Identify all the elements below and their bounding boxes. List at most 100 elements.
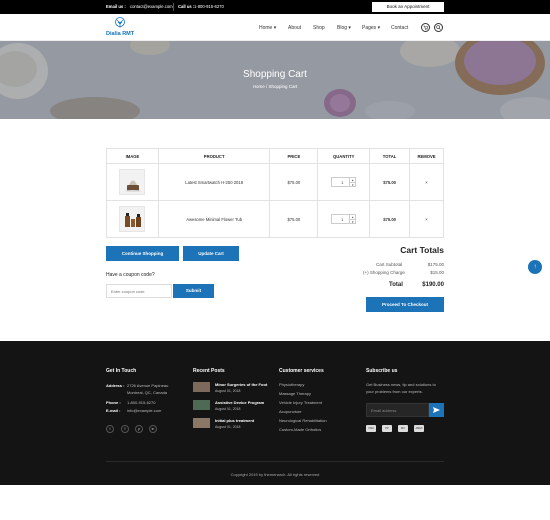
linkedin-icon[interactable]: in bbox=[149, 425, 157, 433]
breadcrumb-home[interactable]: Home bbox=[253, 84, 265, 89]
service-link[interactable]: Acupuncture bbox=[279, 409, 301, 414]
nav-home[interactable]: Home ▾ bbox=[259, 25, 276, 31]
address-label: Address : bbox=[106, 383, 125, 388]
service-link[interactable]: Massage Therapy bbox=[279, 391, 311, 396]
coupon-input[interactable] bbox=[106, 284, 172, 298]
nav-shop[interactable]: Shop bbox=[313, 25, 325, 31]
footer-posts-title: Recent Posts bbox=[193, 368, 225, 374]
service-link[interactable]: Physiotherapy bbox=[279, 382, 304, 387]
subscribe-email-input[interactable]: Email address bbox=[366, 403, 429, 417]
row-total: $75.00 bbox=[369, 200, 411, 238]
proceed-to-checkout-button[interactable]: Proceed To Checkout bbox=[366, 297, 444, 312]
facebook-icon[interactable]: f bbox=[121, 425, 129, 433]
diffuser-image bbox=[125, 180, 142, 192]
total-value: $190.00 bbox=[422, 282, 444, 288]
page-title: Shopping Cart bbox=[243, 69, 307, 80]
paypal-icon: PP bbox=[382, 425, 392, 432]
twitter-icon[interactable]: t bbox=[106, 425, 114, 433]
footer-divider bbox=[106, 461, 444, 462]
footer-services-title: Customer services bbox=[279, 368, 324, 374]
service-link[interactable]: Custom-Made Orthotics bbox=[279, 427, 321, 432]
book-appointment-button[interactable]: Book an Appointment bbox=[372, 2, 444, 12]
product-thumbnail[interactable] bbox=[119, 169, 146, 195]
total-label: Total bbox=[389, 282, 403, 288]
email-label: Email us : bbox=[106, 4, 126, 9]
post-date: August 01, 2018 bbox=[215, 407, 241, 411]
quantity-stepper[interactable]: 1 ▴ ▾ bbox=[331, 176, 357, 187]
cart-totals-title: Cart Totals bbox=[400, 245, 444, 255]
decrement-icon[interactable]: ▾ bbox=[349, 219, 356, 224]
submit-coupon-button[interactable]: Submit bbox=[173, 284, 214, 298]
post-title[interactable]: Minor Surgeries of the Foot bbox=[215, 382, 267, 387]
post-thumbnail[interactable] bbox=[193, 400, 210, 410]
product-thumbnail[interactable] bbox=[119, 206, 146, 232]
chevron-down-icon: ▾ bbox=[272, 25, 277, 31]
col-header-product: PRODUCT bbox=[157, 148, 271, 164]
subscribe-button[interactable] bbox=[429, 403, 444, 417]
quantity-cell: 1 ▴ ▾ bbox=[317, 200, 371, 238]
post-title[interactable]: Assistive Device Program bbox=[215, 400, 264, 405]
product-price: $75.00 bbox=[269, 200, 319, 238]
call-label: Call us : bbox=[178, 4, 195, 9]
nav-about[interactable]: About bbox=[288, 25, 301, 31]
product-name[interactable]: Awesome Minimal Flower Tub bbox=[157, 200, 271, 238]
remove-icon[interactable]: × bbox=[409, 200, 444, 238]
phone-label: Phone : bbox=[106, 400, 121, 405]
site-header: Dialia RMT Home ▾ About Shop Blog ▾ Page… bbox=[0, 14, 550, 41]
quantity-value[interactable]: 1 bbox=[341, 217, 343, 222]
col-header-quantity: QUANTITY bbox=[317, 148, 371, 164]
update-cart-button[interactable]: Update Cart bbox=[183, 246, 239, 261]
nav-home-label[interactable]: Home bbox=[259, 25, 272, 31]
post-title[interactable]: Initial plus treatment bbox=[215, 418, 254, 423]
footer-subscribe-title: Subscribe us bbox=[366, 368, 398, 374]
table-row: Latest Smartwatch H-250 2018 $75.00 1 ▴ … bbox=[106, 163, 444, 201]
product-name[interactable]: Latest Smartwatch H-250 2018 bbox=[157, 163, 271, 201]
subscribe-placeholder: Email address bbox=[371, 408, 397, 413]
breadcrumb-separator: / bbox=[265, 84, 268, 89]
cart-table: IMAGE PRODUCT PRICE QUANTITY TOTAL REMOV… bbox=[106, 148, 444, 238]
remove-icon[interactable]: × bbox=[409, 163, 444, 201]
nav-blog-label[interactable]: Blog bbox=[337, 25, 347, 31]
nav-contact[interactable]: Contact bbox=[391, 25, 408, 31]
service-link[interactable]: Neurological Rehabilitation bbox=[279, 418, 327, 423]
oil-bottle-image bbox=[125, 213, 142, 227]
address-line-2: Montreal, QC, Canada bbox=[127, 390, 168, 395]
nav-pages[interactable]: Pages ▾ bbox=[362, 25, 380, 31]
quantity-stepper[interactable]: 1 ▴ ▾ bbox=[331, 213, 357, 224]
pinterest-icon[interactable]: p bbox=[135, 425, 143, 433]
topbar-phone[interactable]: 1-800-915-6270 bbox=[194, 4, 224, 9]
visa-icon: VISA bbox=[366, 425, 376, 432]
col-header-remove: REMOVE bbox=[409, 148, 444, 164]
post-thumbnail[interactable] bbox=[193, 382, 210, 392]
decrement-icon[interactable]: ▾ bbox=[349, 182, 356, 187]
product-price: $75.00 bbox=[269, 163, 319, 201]
col-header-image: IMAGE bbox=[106, 148, 159, 164]
post-thumbnail[interactable] bbox=[193, 418, 210, 428]
search-button[interactable] bbox=[434, 23, 443, 32]
footer-contact-title: Get In Touch bbox=[106, 368, 137, 374]
hero-banner: Shopping Cart Home / Shopping Cart bbox=[0, 41, 550, 119]
service-link[interactable]: Vehicle Injury Treatment bbox=[279, 400, 322, 405]
nav-pages-label[interactable]: Pages bbox=[362, 25, 376, 31]
topbar-email[interactable]: contact@example.com bbox=[130, 4, 173, 9]
subscribe-text: Get Business news, tip and solutions to bbox=[366, 382, 436, 387]
copyright-text: Copyright 2019 by themenarch. All rights… bbox=[230, 472, 320, 477]
continue-shopping-button[interactable]: Continue Shopping bbox=[106, 246, 179, 261]
shipping-label: (+) Shopping Charge bbox=[363, 270, 405, 275]
row-total: $75.00 bbox=[369, 163, 411, 201]
product-image-cell bbox=[106, 200, 159, 238]
coupon-label: Have a coupon code? bbox=[106, 272, 155, 278]
table-row: Awesome Minimal Flower Tub $75.00 1 ▴ ▾ … bbox=[106, 200, 444, 238]
chevron-down-icon: ▾ bbox=[347, 25, 351, 31]
footer-phone[interactable]: 1-800-915-6270 bbox=[127, 400, 155, 405]
scroll-top-button[interactable]: ↑ bbox=[528, 260, 542, 274]
col-header-total: TOTAL bbox=[369, 148, 411, 164]
send-icon bbox=[433, 407, 440, 413]
logo-text[interactable]: Dialia RMT bbox=[106, 31, 134, 37]
quantity-value[interactable]: 1 bbox=[341, 180, 343, 185]
footer-email[interactable]: info@example.com bbox=[127, 408, 161, 413]
cart-button[interactable] bbox=[421, 23, 430, 32]
nav-blog[interactable]: Blog ▾ bbox=[337, 25, 351, 31]
subscribe-text: your problems from our experts. bbox=[366, 389, 423, 394]
table-header-row: IMAGE PRODUCT PRICE QUANTITY TOTAL REMOV… bbox=[106, 148, 444, 164]
